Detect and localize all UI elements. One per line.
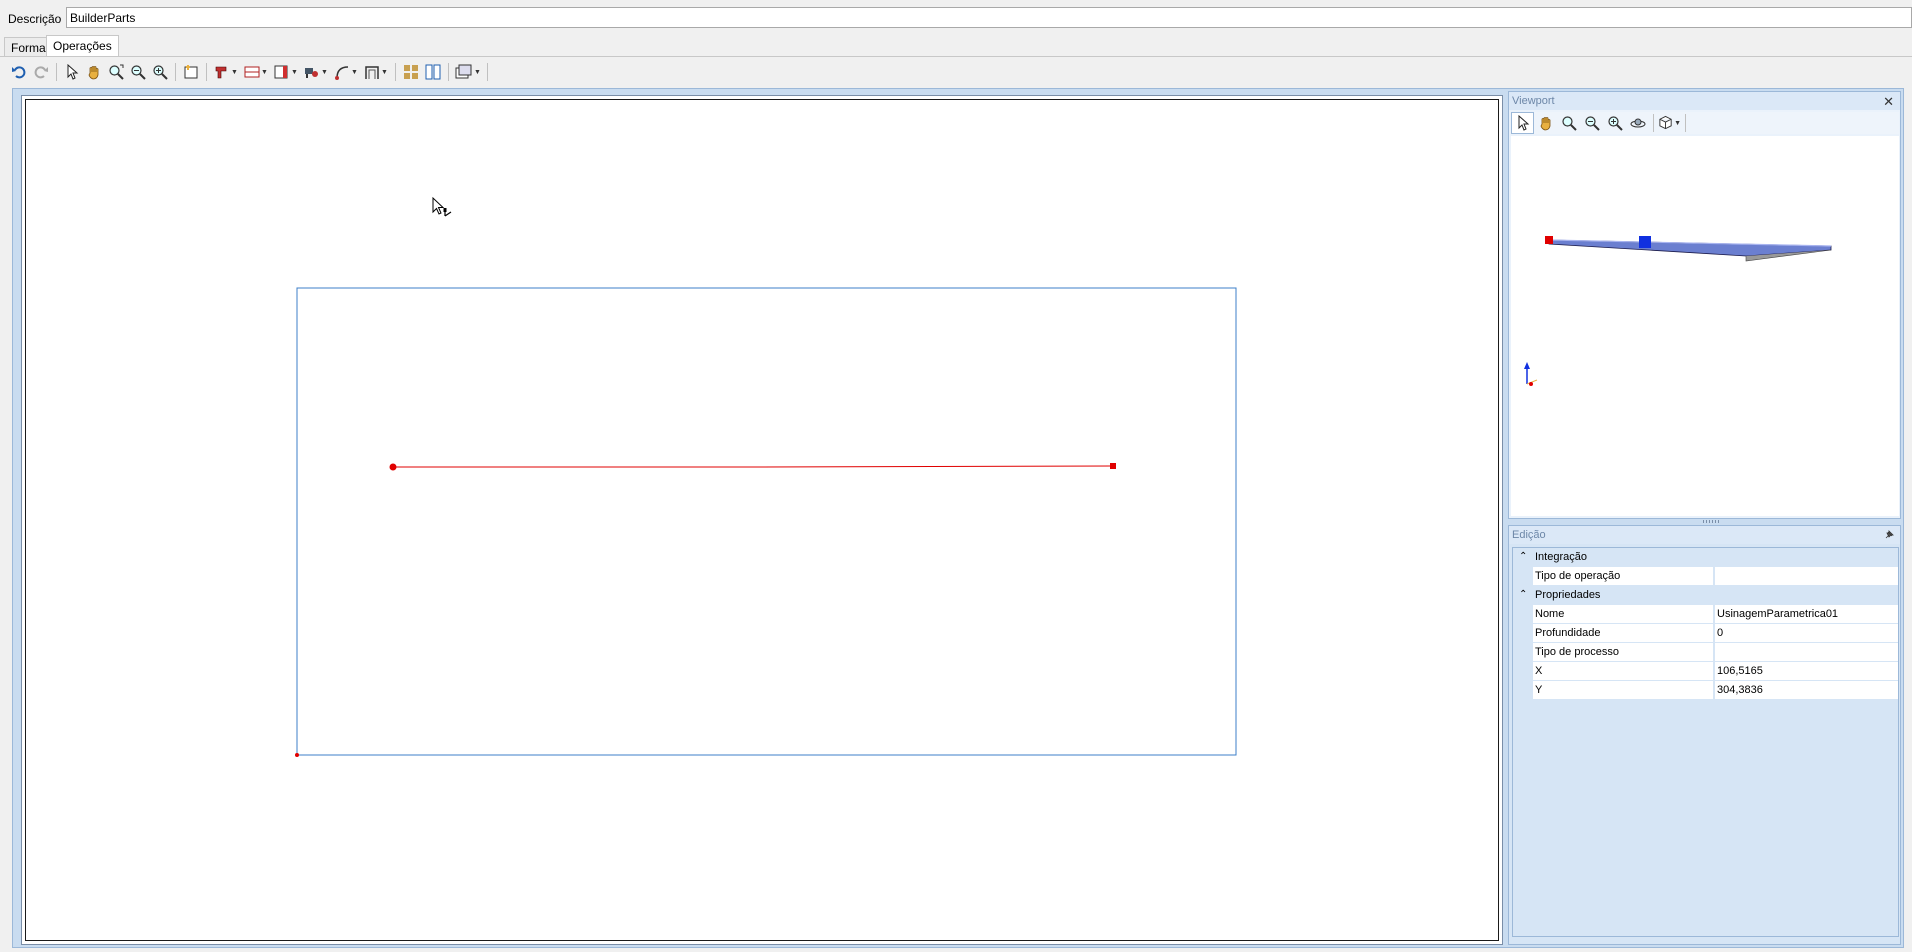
redo-icon[interactable] xyxy=(30,61,52,83)
router-icon[interactable]: ▼ xyxy=(301,61,331,83)
undo-icon[interactable] xyxy=(8,61,30,83)
property-value-tipo-processo[interactable] xyxy=(1715,643,1898,661)
row-gutter xyxy=(1513,567,1532,586)
3d-scene xyxy=(1524,236,1832,386)
workspace-frame: Viewport ✕ ▼ Edição ⌃ Integração Tipo de… xyxy=(12,88,1904,948)
category-propriedades[interactable]: ⌃ Propriedades xyxy=(1513,586,1898,605)
path-icon[interactable]: ▼ xyxy=(331,61,361,83)
property-value-x[interactable]: 106,5165 xyxy=(1715,662,1898,680)
property-row[interactable]: Y 304,3836 xyxy=(1513,681,1898,700)
tab-strip: Forma Operações xyxy=(0,35,1912,57)
pin-icon[interactable] xyxy=(1884,529,1894,543)
3d-viewport[interactable] xyxy=(1511,136,1899,516)
main-toolbar: ▼ ▼ ▼ ▼ ▼ ▼ ▼ xyxy=(8,60,1912,84)
edit-panel: Edição ⌃ Integração Tipo de operação ⌃ P… xyxy=(1508,525,1901,945)
description-input[interactable] xyxy=(66,7,1912,28)
zoom-in-icon[interactable] xyxy=(1603,112,1626,134)
origin-point xyxy=(295,753,299,757)
category-label: Integração xyxy=(1535,551,1587,563)
pan-hand-icon[interactable] xyxy=(83,61,105,83)
property-grid: ⌃ Integração Tipo de operação ⌃ Propried… xyxy=(1512,547,1899,937)
viewport-toolbar: ▼ xyxy=(1511,112,1899,134)
property-row[interactable]: X 106,5165 xyxy=(1513,662,1898,681)
description-label: Descrição xyxy=(8,12,62,26)
category-label: Propriedades xyxy=(1535,589,1601,601)
description-row: Descrição xyxy=(0,0,1912,30)
zoom-out-icon[interactable] xyxy=(127,61,149,83)
tabs-divider xyxy=(0,56,1912,57)
toolbar-separator xyxy=(1685,114,1686,132)
drawing-canvas[interactable] xyxy=(21,95,1503,945)
close-icon[interactable]: ✕ xyxy=(1883,94,1894,110)
property-name: Tipo de operação xyxy=(1533,567,1714,585)
group-icon[interactable] xyxy=(400,61,422,83)
toolbar-separator xyxy=(1653,114,1654,132)
path-start-point[interactable] xyxy=(389,463,397,471)
property-row[interactable]: Nome UsinagemParametrica01 xyxy=(1513,605,1898,624)
zoom-extents-icon[interactable] xyxy=(105,61,127,83)
collapse-icon[interactable]: ⌃ xyxy=(1519,589,1527,600)
profile-icon[interactable]: ▼ xyxy=(361,61,391,83)
property-name: X xyxy=(1533,662,1714,680)
property-value-y[interactable]: 304,3836 xyxy=(1715,681,1898,699)
viewport-panel: Viewport ✕ ▼ xyxy=(1508,91,1901,519)
property-name: Y xyxy=(1533,681,1714,699)
tab-operacoes[interactable]: Operações xyxy=(46,35,119,57)
pocket-icon[interactable]: ▼ xyxy=(271,61,301,83)
toolbar-separator xyxy=(175,63,176,81)
row-gutter xyxy=(1513,643,1532,662)
3d-start-marker xyxy=(1545,236,1553,244)
zoom-out-icon[interactable] xyxy=(1580,112,1603,134)
drill-icon[interactable]: ▼ xyxy=(211,61,241,83)
toolbar-separator xyxy=(395,63,396,81)
category-integracao[interactable]: ⌃ Integração xyxy=(1513,548,1898,567)
property-value-tipo-operacao[interactable] xyxy=(1715,567,1898,585)
axis-gizmo-icon xyxy=(1524,362,1538,386)
property-value-profundidade[interactable]: 0 xyxy=(1715,624,1898,642)
view-options-icon[interactable]: ▼ xyxy=(453,61,483,83)
pan-hand-icon[interactable] xyxy=(1534,112,1557,134)
canvas-drawing xyxy=(295,196,1237,757)
property-row[interactable]: Profundidade 0 xyxy=(1513,624,1898,643)
toolbar-separator xyxy=(206,63,207,81)
canvas-border xyxy=(25,99,1499,941)
row-gutter xyxy=(1513,681,1532,700)
split-icon[interactable] xyxy=(422,61,444,83)
zoom-extents-icon[interactable] xyxy=(1557,112,1580,134)
edit-panel-title: Edição xyxy=(1509,526,1900,544)
property-name: Nome xyxy=(1533,605,1714,623)
new-operation-icon[interactable] xyxy=(180,61,202,83)
collapse-icon[interactable]: ⌃ xyxy=(1519,551,1527,562)
property-row[interactable]: Tipo de processo xyxy=(1513,643,1898,662)
view-cube-icon[interactable]: ▼ xyxy=(1658,112,1681,134)
part-outline xyxy=(296,287,1237,756)
cut-icon[interactable]: ▼ xyxy=(241,61,271,83)
property-value-nome[interactable]: UsinagemParametrica01 xyxy=(1715,605,1898,623)
machining-path[interactable] xyxy=(393,465,1114,468)
viewport-title: Viewport xyxy=(1509,92,1900,110)
splitter-grip xyxy=(1703,520,1721,523)
3d-handle-marker xyxy=(1639,236,1651,248)
toolbar-separator xyxy=(56,63,57,81)
toolbar-separator xyxy=(487,63,488,81)
property-row[interactable]: Tipo de operação xyxy=(1513,567,1898,586)
select-arrow-icon[interactable] xyxy=(1511,112,1534,134)
zoom-in-icon[interactable] xyxy=(149,61,171,83)
toolbar-separator xyxy=(448,63,449,81)
path-end-point[interactable] xyxy=(1110,463,1116,469)
row-gutter xyxy=(1513,624,1532,643)
mouse-cursor-icon xyxy=(432,196,452,217)
row-gutter xyxy=(1513,605,1532,624)
select-arrow-icon[interactable] xyxy=(61,61,83,83)
property-name: Tipo de processo xyxy=(1533,643,1714,661)
row-gutter xyxy=(1513,662,1532,681)
orbit-icon[interactable] xyxy=(1626,112,1649,134)
property-name: Profundidade xyxy=(1533,624,1714,642)
